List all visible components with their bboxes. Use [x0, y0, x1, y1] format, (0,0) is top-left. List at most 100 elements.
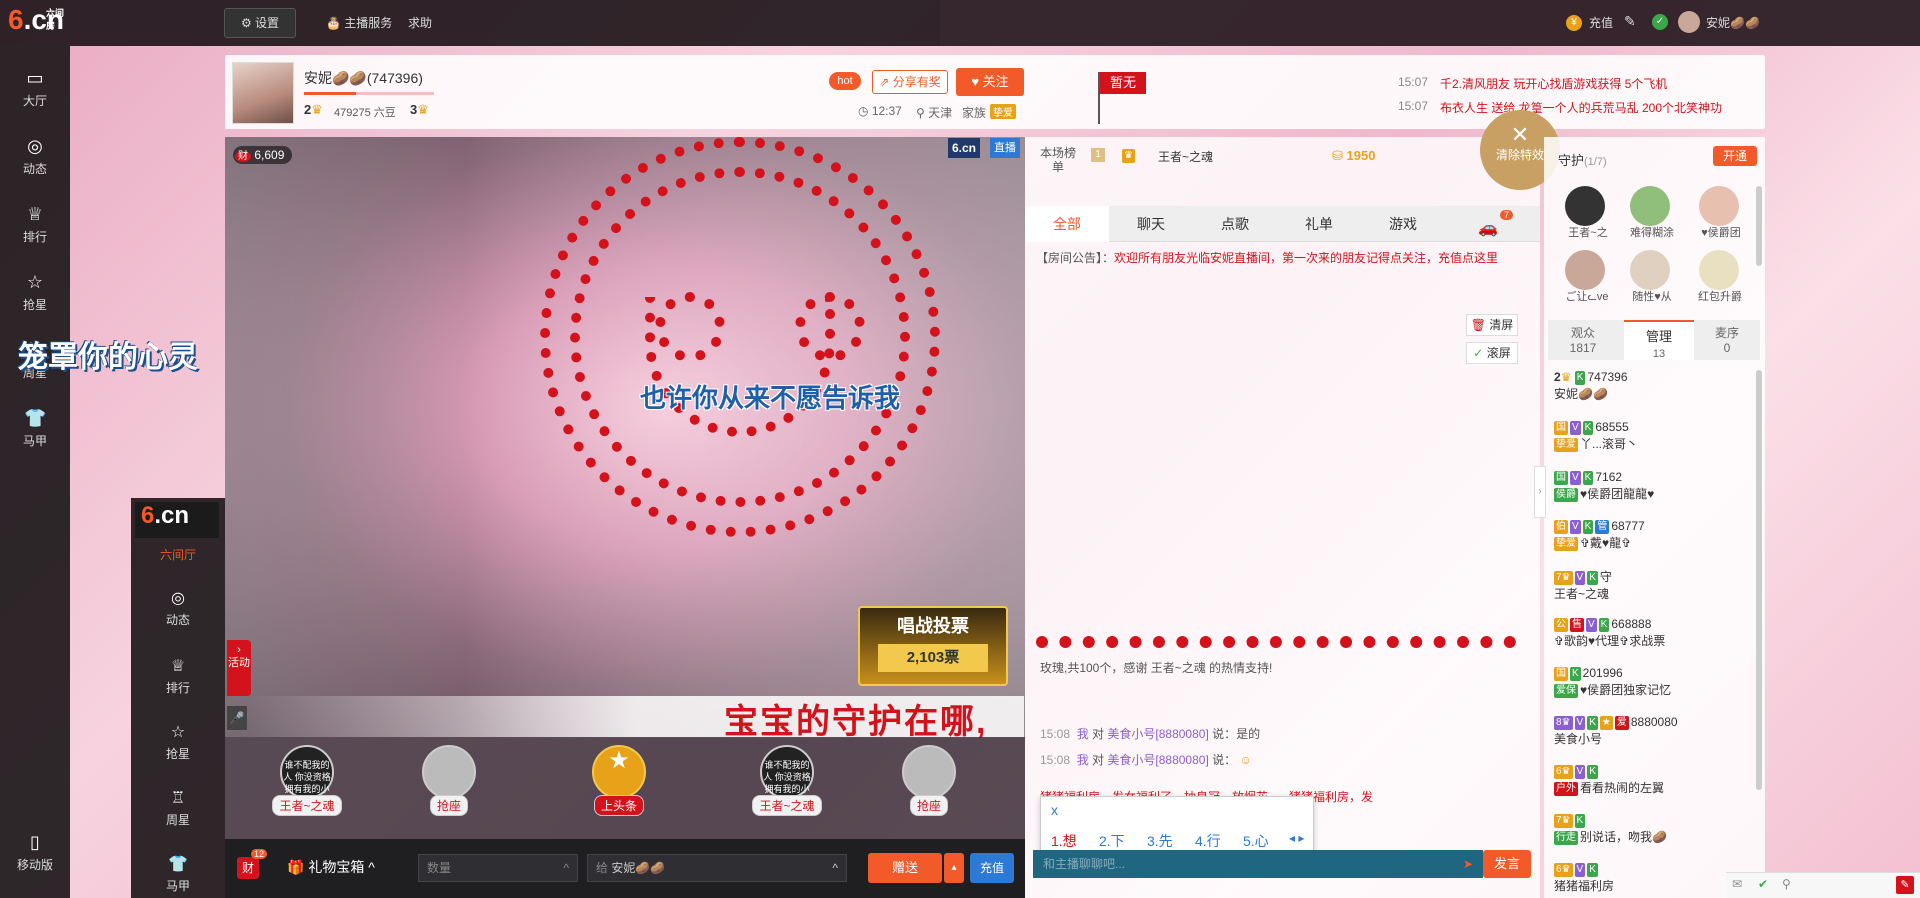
- username[interactable]: 安妮🥔🥔: [1706, 14, 1760, 31]
- guard-avatar[interactable]: [1699, 250, 1739, 290]
- nav-item-hall[interactable]: ▭ 大厅: [0, 68, 70, 109]
- news-item-2[interactable]: 布衣人生 送给 龙篁一个人的兵荒马乱 200个北笑神功: [1440, 99, 1722, 116]
- tab-admins[interactable]: 管理 13: [1624, 320, 1694, 360]
- nav2-item-weekstar[interactable]: ♖ 周星: [131, 788, 225, 828]
- edit-icon[interactable]: ✎: [1624, 13, 1636, 30]
- ime-input: x: [1051, 802, 1058, 818]
- send-plane-icon: ➤: [1462, 857, 1473, 871]
- host-avatar[interactable]: [232, 62, 294, 124]
- user-placeholder-icon: [902, 745, 956, 799]
- share-button[interactable]: ⇗ 分享有奖: [872, 70, 948, 94]
- family-tag[interactable]: 挚爱: [990, 104, 1016, 119]
- seat-1[interactable]: 谁不配我的人 你没资格拥有我的小情敌王者~之魂: [263, 745, 351, 816]
- vote-widget[interactable]: 唱战投票 2,103票: [858, 606, 1008, 686]
- user-list-item[interactable]: 6♛ V K 猪猪福利房: [1554, 862, 1754, 894]
- nav2-item-hall[interactable]: 六间厅: [131, 546, 225, 563]
- user-list-item[interactable]: 6♛ V K 户外 看看热闹的左翼: [1554, 764, 1754, 796]
- follow-button[interactable]: ♥ 关注: [956, 68, 1024, 96]
- cake-icon: 🎂: [326, 16, 341, 30]
- tab-chat[interactable]: 聊天: [1109, 206, 1193, 242]
- seat-2[interactable]: 抢座: [405, 745, 493, 816]
- guard-avatar[interactable]: [1565, 186, 1605, 226]
- user-list-item[interactable]: 8♛ V K ★ 爱 8880080 美食小号: [1554, 715, 1754, 747]
- guard-avatar[interactable]: [1565, 250, 1605, 290]
- nav-item-mobile[interactable]: ▯ 移动版: [0, 832, 70, 873]
- user-avatar[interactable]: [1678, 11, 1700, 33]
- guard-avatar[interactable]: [1630, 186, 1670, 226]
- nav2-item-rank[interactable]: ♕ 排行: [131, 656, 225, 696]
- quantity-input[interactable]: 数量 ^: [418, 854, 578, 882]
- chat-send-button[interactable]: 发言: [1483, 850, 1531, 878]
- recipient-select[interactable]: 给 安妮🥔🥔 ^: [587, 854, 847, 882]
- check-circle-icon[interactable]: ✔: [1758, 877, 1768, 891]
- user-list-item[interactable]: 伯 V K 管 68777 挚爱 ✞戴♥龍✞: [1554, 519, 1754, 551]
- seat-3[interactable]: 谁不配我的人 你没资格拥有我的小情敌王者~之魂: [743, 745, 831, 816]
- ime-candidate[interactable]: 2.下: [1099, 831, 1147, 851]
- clear-screen-button[interactable]: 🗑 清屏: [1466, 314, 1518, 336]
- rank-user[interactable]: 王者~之魂: [1158, 148, 1213, 165]
- tab-mic-queue[interactable]: 麦序 0: [1694, 324, 1760, 355]
- zoom-icon[interactable]: ⚲: [1782, 877, 1791, 891]
- send-options-button[interactable]: ▴: [944, 853, 964, 883]
- nav-item-rank[interactable]: ♕ 排行: [0, 204, 70, 245]
- user-list-scrollbar[interactable]: [1756, 370, 1762, 790]
- announcement: 【房间公告】：欢迎所有朋友光临安妮直播间，第一次来的朋友记得点关注，充值点这里: [1036, 251, 1499, 265]
- clock-icon: ◷: [858, 104, 869, 118]
- site-logo[interactable]: 6.cn 六间房: [8, 4, 70, 40]
- user-list-item[interactable]: 国 V K 7162 侯爵 ♥侯爵团龍龍♥: [1554, 470, 1754, 502]
- user-list-item[interactable]: 7♛ K 行走 别说话，吻我🥔: [1554, 813, 1754, 845]
- wealth-button[interactable]: 财: [237, 857, 259, 879]
- news-item-1[interactable]: 千2.清风朋友 玩开心找盾游戏获得 5个飞机: [1440, 75, 1667, 92]
- rank-label[interactable]: 本场榜单: [1040, 146, 1076, 174]
- headline-seat[interactable]: ★ 上头条: [575, 745, 663, 816]
- nav2-item-feed[interactable]: ◎ 动态: [131, 588, 225, 628]
- tab-songs[interactable]: 点歌: [1193, 206, 1277, 242]
- scroll-screen-button[interactable]: ✓ 滚屏: [1466, 342, 1518, 364]
- guard-avatar[interactable]: [1699, 186, 1739, 226]
- activity-tab[interactable]: › 活动: [227, 640, 251, 696]
- chat-input[interactable]: 和主播聊聊吧... ➤: [1033, 850, 1483, 878]
- mail-icon[interactable]: ✉: [1732, 877, 1742, 891]
- gift-box-button[interactable]: 🎁 礼物宝箱 ^: [287, 857, 375, 877]
- ime-candidate[interactable]: 3.先: [1147, 831, 1195, 851]
- ime-page-arrows[interactable]: ◂ ▸: [1289, 831, 1304, 845]
- nav-item-vest[interactable]: 👕 马甲: [0, 408, 70, 449]
- user-list-item[interactable]: 2♛ K 747396 安妮🥔🥔: [1554, 370, 1754, 402]
- collapse-panel-button[interactable]: ›: [1534, 466, 1546, 518]
- chat-message: 15:08 我 对 美食小号[8880080] 说： ☺: [1040, 753, 1252, 767]
- recharge-button[interactable]: 充值: [970, 853, 1014, 883]
- help-link[interactable]: 求助: [408, 14, 432, 31]
- user-list-item[interactable]: 7♛ V K 守王者~之魂: [1554, 568, 1754, 602]
- open-guard-button[interactable]: 开通: [1713, 146, 1757, 166]
- user-list-item[interactable]: 公售 V K 668888 ✞歌韵♥代理✞求战票: [1554, 617, 1754, 649]
- guard-avatar[interactable]: [1630, 250, 1670, 290]
- user-list-item[interactable]: 国 K 201996 爱保 ♥侯爵团独家记忆: [1554, 666, 1754, 698]
- mic-icon[interactable]: 🎤: [227, 706, 247, 730]
- guard-scrollbar[interactable]: [1756, 186, 1762, 266]
- user-list-item[interactable]: 国 V K 68555 挚爱 丫...滚哥丶: [1554, 420, 1754, 452]
- nav2-item-vest[interactable]: 👕 马甲: [131, 854, 225, 894]
- nav2-item-star[interactable]: ☆ 抢星: [131, 722, 225, 762]
- tab-audience[interactable]: 观众 1817: [1548, 324, 1618, 355]
- ime-window[interactable]: x 1.想 2.下 3.先 4.行 5.心 ◂ ▸: [1040, 796, 1314, 854]
- floating-logo[interactable]: 6.cn: [135, 502, 219, 538]
- seat-4[interactable]: 抢座: [885, 745, 973, 816]
- send-gift-button[interactable]: 赠送: [868, 853, 942, 883]
- vote-count: 2,103票: [878, 644, 988, 672]
- tab-games[interactable]: 游戏: [1361, 206, 1445, 242]
- settings-button[interactable]: ⚙ 设置: [224, 8, 296, 38]
- chat-bubble-icon[interactable]: ✎: [1896, 876, 1914, 894]
- tab-gifts[interactable]: 礼单: [1277, 206, 1361, 242]
- rose-eye-left: [655, 292, 725, 362]
- ime-candidate[interactable]: 5.心: [1243, 831, 1291, 851]
- ime-candidate[interactable]: 1.想: [1051, 831, 1099, 851]
- recharge-link[interactable]: 充值: [1589, 14, 1613, 31]
- wealth-count-badge: 12: [251, 849, 268, 859]
- ime-candidate[interactable]: 4.行: [1195, 831, 1243, 851]
- nav-item-feed[interactable]: ◎ 动态: [0, 136, 70, 177]
- lyric-line-2: 宝宝的守护在哪,: [724, 703, 988, 741]
- tab-all[interactable]: 全部: [1025, 206, 1109, 242]
- host-service-link[interactable]: 🎂 主播服务: [326, 14, 392, 31]
- car-icon[interactable]: 🚗: [1478, 218, 1498, 238]
- nav-item-star[interactable]: ☆ 抢星: [0, 272, 70, 313]
